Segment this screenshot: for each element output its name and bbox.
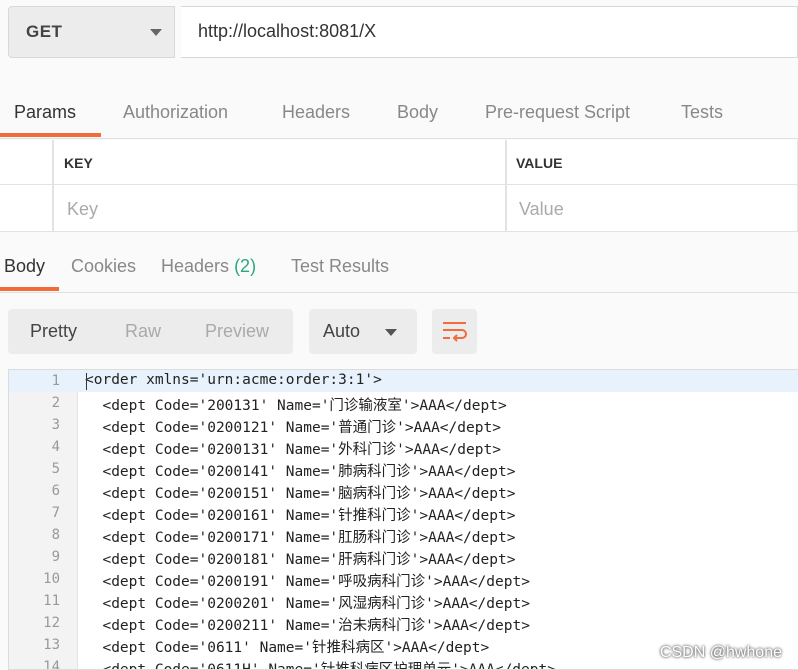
view-mode-segmented: Pretty Raw Preview	[8, 309, 293, 354]
tab-authorization[interactable]: Authorization	[123, 102, 228, 123]
code-text: <dept Code='0611' Name='针推科病区'>AAA</dept…	[85, 640, 490, 656]
wrap-lines-icon	[443, 322, 467, 342]
response-tabs: Body Cookies Headers (2) Test Results	[0, 248, 798, 293]
value-column-header: VALUE	[506, 140, 798, 185]
watermark: CSDN @hwhone	[659, 644, 782, 661]
code-text: <order xmlns='urn:acme:order:3:1'>	[85, 372, 382, 388]
chevron-down-icon	[150, 29, 162, 36]
code-line: 12 <dept Code='0200211' Name='治未病科门诊'>AA…	[9, 612, 798, 634]
code-text: <dept Code='0200141' Name='肺病科门诊'>AAA</d…	[85, 464, 516, 480]
chevron-down-icon	[385, 329, 397, 336]
code-line: 8 <dept Code='0200171' Name='肛肠科门诊'>AAA<…	[9, 524, 798, 546]
code-text: <dept Code='0200211' Name='治未病科门诊'>AAA</…	[85, 618, 530, 634]
wrap-lines-button[interactable]	[432, 309, 477, 354]
tab-response-headers[interactable]: Headers (2)	[161, 256, 256, 277]
code-text: <dept Code='0200181' Name='肝病科门诊'>AAA</d…	[85, 552, 516, 568]
value-placeholder: Value	[519, 199, 564, 219]
tab-cookies[interactable]: Cookies	[71, 256, 136, 277]
url-text: http://localhost:8081/X	[198, 21, 377, 41]
tab-params[interactable]: Params	[14, 102, 76, 123]
value-input[interactable]: Value	[506, 185, 798, 232]
code-text: <dept Code='0200151' Name='脑病科门诊'>AAA</d…	[85, 486, 516, 502]
headers-count-badge: (2)	[234, 256, 257, 276]
code-line: 5 <dept Code='0200141' Name='肺病科门诊'>AAA<…	[9, 458, 798, 480]
tab-pre-request-script[interactable]: Pre-request Script	[485, 102, 630, 123]
format-label: Auto	[323, 321, 361, 341]
tab-body[interactable]: Body	[397, 102, 438, 123]
line-number: 14	[43, 659, 60, 670]
code-text: <dept Code='0200161' Name='针推科门诊'>AAA</d…	[85, 508, 516, 524]
code-line: 2 <dept Code='200131' Name='门诊输液室'>AAA</…	[9, 392, 798, 414]
method-label: GET	[26, 22, 63, 41]
active-tab-indicator	[0, 133, 101, 137]
tab-headers[interactable]: Headers	[282, 102, 350, 123]
value-header-label: VALUE	[516, 155, 563, 171]
line-number: 11	[43, 593, 60, 609]
code-text: <dept Code='0200201' Name='风湿病科门诊'>AAA</…	[85, 596, 530, 612]
line-number: 3	[51, 417, 60, 433]
code-line: 11 <dept Code='0200201' Name='风湿病科门诊'>AA…	[9, 590, 798, 612]
line-number: 8	[51, 527, 60, 543]
tab-response-headers-label: Headers	[161, 256, 230, 276]
params-check-cell	[0, 185, 53, 232]
code-text: <dept Code='200131' Name='门诊输液室'>AAA</de…	[85, 398, 507, 414]
code-line: 6 <dept Code='0200151' Name='脑病科门诊'>AAA<…	[9, 480, 798, 502]
params-check-header	[0, 140, 53, 185]
code-line: 4 <dept Code='0200131' Name='外科门诊'>AAA</…	[9, 436, 798, 458]
key-column-header: KEY	[53, 140, 506, 185]
code-line: 1 <order xmlns='urn:acme:order:3:1'>	[9, 370, 798, 392]
preview-button[interactable]: Preview	[205, 321, 269, 342]
key-placeholder: Key	[67, 199, 99, 219]
params-table: KEY VALUE Key Value	[0, 140, 798, 232]
request-tabs: Params Authorization Headers Body Pre-re…	[0, 94, 798, 139]
code-text: <dept Code='0200191' Name='呼吸病科门诊'>AAA</…	[85, 574, 530, 590]
key-input[interactable]: Key	[53, 185, 506, 232]
code-text: <dept Code='0200131' Name='外科门诊'>AAA</de…	[85, 442, 501, 458]
line-number: 6	[51, 483, 60, 499]
code-line: 9 <dept Code='0200181' Name='肝病科门诊'>AAA<…	[9, 546, 798, 568]
code-text: <dept Code='0200171' Name='肛肠科门诊'>AAA</d…	[85, 530, 516, 546]
line-number: 13	[43, 637, 60, 653]
code-line: 10 <dept Code='0200191' Name='呼吸病科门诊'>AA…	[9, 568, 798, 590]
line-number: 2	[51, 395, 60, 411]
code-text: <dept Code='0200121' Name='普通门诊'>AAA</de…	[85, 420, 501, 436]
format-select[interactable]: Auto	[309, 309, 417, 354]
code-line: 7 <dept Code='0200161' Name='针推科门诊'>AAA<…	[9, 502, 798, 524]
tab-response-body[interactable]: Body	[4, 256, 45, 277]
method-select[interactable]: GET	[8, 6, 175, 58]
tab-test-results[interactable]: Test Results	[291, 256, 389, 277]
code-line: 3 <dept Code='0200121' Name='普通门诊'>AAA</…	[9, 414, 798, 436]
code-text: <dept Code='0611H' Name='针推科病区护理单元'>AAA<…	[85, 662, 556, 670]
line-number: 4	[51, 439, 60, 455]
line-number: 9	[51, 549, 60, 565]
key-header-label: KEY	[64, 155, 93, 171]
response-body-editor[interactable]: 1 <order xmlns='urn:acme:order:3:1'> 2 <de…	[8, 369, 798, 670]
line-number: 1	[51, 373, 60, 389]
line-number: 12	[43, 615, 60, 631]
line-number: 10	[43, 571, 60, 587]
url-input[interactable]: http://localhost:8081/X	[181, 6, 798, 58]
line-number: 5	[51, 461, 60, 477]
active-response-tab-indicator	[0, 287, 59, 291]
raw-button[interactable]: Raw	[125, 321, 161, 342]
text-cursor	[86, 373, 87, 390]
request-bar: GET http://localhost:8081/X	[0, 0, 798, 78]
line-number: 7	[51, 505, 60, 521]
tab-tests[interactable]: Tests	[681, 102, 723, 123]
pretty-button[interactable]: Pretty	[30, 321, 77, 342]
